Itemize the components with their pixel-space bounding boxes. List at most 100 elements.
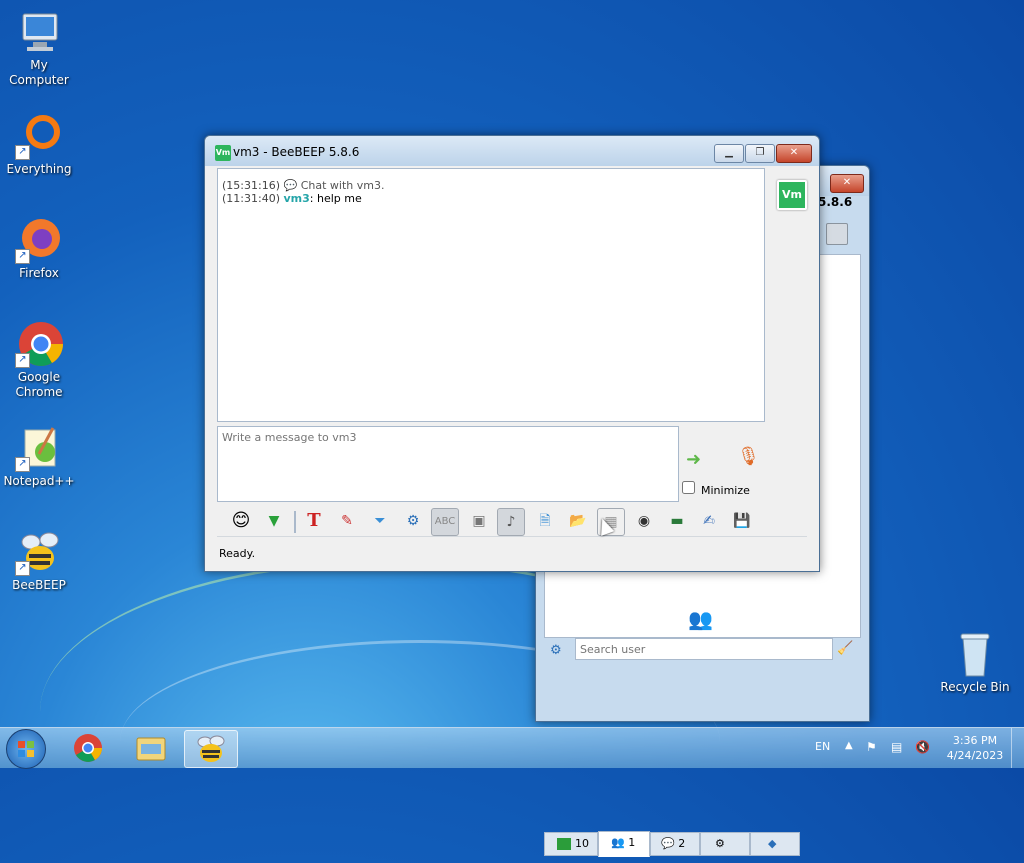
clock-time: 3:36 PM bbox=[952, 734, 998, 747]
microphone-icon[interactable]: 🎙 bbox=[737, 446, 760, 467]
gear-icon[interactable]: ⚙ bbox=[550, 643, 562, 658]
spellcheck-icon[interactable]: ABC bbox=[431, 508, 459, 536]
toolbar-separator bbox=[294, 511, 296, 533]
chat-window-title: vm3 - BeeBEEP 5.8.6 bbox=[233, 145, 360, 159]
search-user-input[interactable] bbox=[575, 638, 833, 660]
broom-icon[interactable]: 🧹 bbox=[837, 641, 853, 656]
tab-chats[interactable]: 💬 2 bbox=[650, 832, 700, 856]
terminal-icon[interactable]: ▬ bbox=[664, 508, 690, 534]
minimize-label: Minimize bbox=[701, 484, 750, 497]
font-icon[interactable]: T bbox=[301, 508, 327, 534]
bee-icon bbox=[197, 735, 225, 762]
shortcut-arrow-icon: ↗ bbox=[15, 561, 30, 576]
main-window-title-fragment: 5.8.6 bbox=[818, 195, 853, 209]
notepad-plus-plus-icon: ↗ bbox=[15, 424, 63, 472]
shortcut-arrow-icon: ↗ bbox=[15, 353, 30, 368]
desktop-icon-everything[interactable]: ↗ Everything bbox=[0, 112, 78, 177]
message-input[interactable] bbox=[217, 426, 679, 502]
volume-muted-icon[interactable]: 🔇 bbox=[915, 740, 930, 754]
minimize-checkbox[interactable] bbox=[682, 481, 695, 494]
folder-send-icon[interactable]: 📂 bbox=[565, 508, 591, 534]
status-text: Ready. bbox=[219, 547, 256, 560]
tab-count: 10 bbox=[575, 837, 589, 850]
color-icon[interactable]: ✎ bbox=[334, 508, 360, 534]
desktop-icon-label: My Computer bbox=[9, 58, 69, 87]
desktop-icon-label: Firefox bbox=[19, 266, 59, 280]
share-icon: ◆ bbox=[768, 837, 777, 850]
monitor-icon bbox=[557, 838, 571, 850]
taskbar: EN ▲ ⚑ ▤ 🔇 3:36 PM 4/24/2023 bbox=[0, 727, 1024, 769]
chat-bubbles-icon: 💬 bbox=[661, 837, 675, 850]
clock[interactable]: 3:36 PM 4/24/2023 bbox=[940, 733, 1010, 763]
show-desktop-button[interactable] bbox=[1011, 728, 1024, 768]
shortcut-arrow-icon: ↗ bbox=[15, 457, 30, 472]
message-text: : help me bbox=[309, 192, 362, 205]
tab-active-users[interactable]: 👥 1 bbox=[598, 831, 650, 857]
network-icon[interactable]: ▤ bbox=[891, 740, 902, 754]
filter-icon[interactable]: ⏷ bbox=[367, 508, 393, 534]
close-button[interactable]: ✕ bbox=[776, 144, 812, 163]
shortcut-arrow-icon: ↗ bbox=[15, 249, 30, 264]
close-button[interactable]: ✕ bbox=[830, 174, 864, 193]
message-user[interactable]: vm3 bbox=[284, 192, 310, 205]
desktop-icon-label: Recycle Bin bbox=[940, 680, 1010, 694]
divider bbox=[217, 536, 807, 537]
message-text: Chat with vm3. bbox=[300, 179, 385, 192]
tab-users-online[interactable]: 10 bbox=[544, 832, 598, 856]
emoticon-icon[interactable]: 😊 bbox=[228, 508, 254, 534]
maximize-button[interactable]: ❐ bbox=[745, 144, 775, 163]
edit-note-icon[interactable]: ✍ bbox=[696, 508, 722, 534]
users-icon: 👥 bbox=[688, 607, 713, 631]
desktop-icon-label: BeeBEEP bbox=[12, 578, 66, 592]
desktop-icon-my-computer[interactable]: My Computer bbox=[0, 8, 78, 88]
message-time: (11:31:40) bbox=[222, 192, 280, 205]
taskbar-beebeep[interactable] bbox=[184, 730, 238, 768]
language-indicator[interactable]: EN bbox=[815, 740, 830, 753]
recycle-bin-icon bbox=[951, 630, 999, 678]
user-avatar[interactable]: Vm bbox=[777, 180, 807, 210]
arrow-down-icon[interactable]: ▼ bbox=[261, 508, 287, 534]
users-icon: 👥 bbox=[611, 836, 625, 849]
show-hidden-icons-icon[interactable]: ▲ bbox=[845, 740, 853, 751]
settings-icon[interactable]: ⚙ bbox=[400, 508, 426, 534]
bee-icon: ↗ bbox=[15, 528, 63, 576]
message-time: (15:31:16) bbox=[222, 179, 280, 192]
app-icon: Vm bbox=[215, 145, 231, 161]
desktop-icon-label: Everything bbox=[6, 162, 72, 176]
tab-share[interactable]: ◆ bbox=[750, 832, 800, 856]
send-icon[interactable]: ➜ bbox=[686, 449, 701, 470]
save-icon[interactable]: 💾 bbox=[729, 508, 755, 534]
action-center-icon[interactable]: ⚑ bbox=[866, 740, 877, 754]
desktop-icon-label: Google Chrome bbox=[15, 370, 63, 399]
firefox-icon: ↗ bbox=[15, 216, 63, 264]
camera-icon[interactable]: ◉ bbox=[631, 508, 657, 534]
start-button[interactable] bbox=[6, 729, 46, 769]
tab-count: 2 bbox=[678, 837, 686, 850]
minimize-button[interactable]: ▁ bbox=[714, 144, 744, 163]
desktop-icon-recycle-bin[interactable]: Recycle Bin bbox=[936, 630, 1014, 695]
taskbar-explorer[interactable] bbox=[125, 730, 177, 766]
file-send-icon[interactable]: 🗎 bbox=[532, 508, 558, 534]
tab-groups[interactable]: ⚙ bbox=[700, 832, 750, 856]
desktop-icon-label: Notepad++ bbox=[3, 474, 75, 488]
everything-icon: ↗ bbox=[15, 112, 63, 160]
shortcut-arrow-icon: ↗ bbox=[15, 145, 30, 160]
chrome-icon: ↗ bbox=[15, 320, 63, 368]
taskbar-chrome[interactable] bbox=[62, 730, 114, 766]
chat-message: (11:31:40) vm3: help me bbox=[222, 192, 760, 205]
chat-message: (15:31:16) 💬 Chat with vm3. bbox=[222, 179, 760, 192]
computer-icon bbox=[15, 8, 63, 56]
music-icon[interactable]: ♪ bbox=[497, 508, 525, 536]
trash-icon[interactable] bbox=[826, 223, 848, 245]
desktop-icon-firefox[interactable]: ↗ Firefox bbox=[0, 216, 78, 281]
compact-icon[interactable]: ▣ bbox=[466, 508, 492, 534]
desktop-icon-beebeep[interactable]: ↗ BeeBEEP bbox=[0, 528, 78, 593]
tab-count: 1 bbox=[628, 836, 636, 849]
clock-date: 4/24/2023 bbox=[946, 749, 1004, 762]
desktop-icon-notepadpp[interactable]: ↗ Notepad++ bbox=[0, 424, 78, 489]
chat-window[interactable]: Vm vm3 - BeeBEEP 5.8.6 ▁ ❐ ✕ (15:31:16) … bbox=[204, 135, 820, 572]
group-icon: ⚙ bbox=[715, 837, 725, 850]
chat-bubble-icon: 💬 bbox=[283, 179, 298, 192]
desktop-icon-chrome[interactable]: ↗ Google Chrome bbox=[0, 320, 78, 400]
chat-history-panel[interactable]: (15:31:16) 💬 Chat with vm3. (11:31:40) v… bbox=[217, 168, 765, 422]
